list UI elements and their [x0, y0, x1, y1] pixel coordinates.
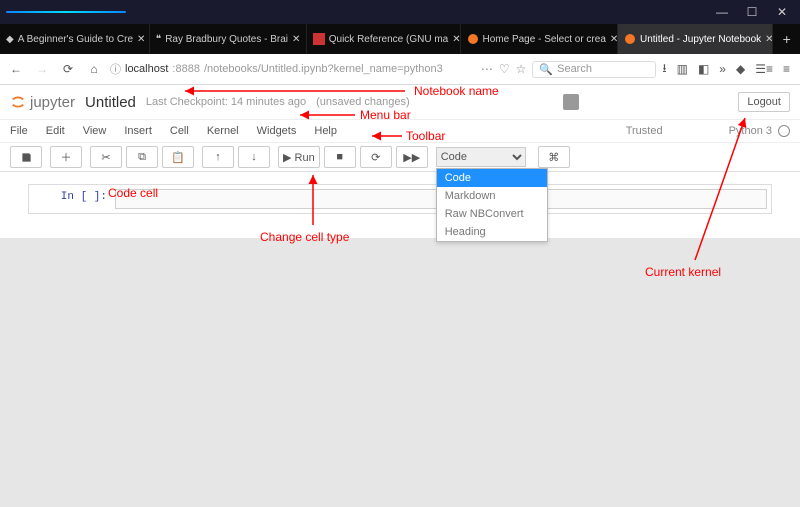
- minimize-button[interactable]: —: [710, 5, 734, 19]
- profile-icon[interactable]: ☰≡: [755, 62, 773, 76]
- cell-type-option-heading[interactable]: Heading: [437, 223, 547, 241]
- trusted-label: Trusted: [626, 125, 663, 137]
- browser-tab-4[interactable]: Untitled - Jupyter Notebook ✕: [618, 24, 773, 54]
- jupyter-logo-text: jupyter: [30, 94, 75, 111]
- cell-type-select-input[interactable]: Code: [436, 147, 526, 167]
- menu-icon[interactable]: ≡: [783, 62, 790, 76]
- jupyter-header: jupyter Untitled Last Checkpoint: 14 min…: [0, 85, 800, 120]
- jupyter-toolbar: ＋ ✂ ⧉ 📋 ↑ ↓ ▶ Run ■ ⟳ ▶▶ Code Code Markd…: [0, 143, 800, 172]
- tab-close-icon[interactable]: ✕: [610, 34, 618, 45]
- paste-button[interactable]: 📋: [162, 146, 194, 168]
- back-button[interactable]: ←: [6, 59, 26, 79]
- cell-type-dropdown: Code Markdown Raw NBConvert Heading: [436, 168, 548, 242]
- tab-close-icon[interactable]: ✕: [765, 34, 773, 45]
- browser-tab-0[interactable]: ◆ A Beginner's Guide to Cre ✕: [0, 24, 150, 54]
- favicon-jupyter-icon: [624, 33, 636, 45]
- reader-icon[interactable]: ⋯: [481, 62, 493, 76]
- tab-close-icon[interactable]: ✕: [137, 34, 145, 45]
- code-cell[interactable]: In [ ]:: [28, 184, 772, 214]
- menu-widgets[interactable]: Widgets: [257, 125, 297, 137]
- menu-kernel[interactable]: Kernel: [207, 125, 239, 137]
- library-icon[interactable]: ▥: [677, 62, 688, 76]
- interrupt-button[interactable]: ■: [324, 146, 356, 168]
- window-titlebar: — ☐ ✕: [0, 0, 800, 24]
- browser-tabstrip: ◆ A Beginner's Guide to Cre ✕ ❝ Ray Brad…: [0, 24, 800, 54]
- page-viewport: jupyter Untitled Last Checkpoint: 14 min…: [0, 85, 800, 507]
- kernel-logo-icon: [563, 94, 579, 110]
- forward-button[interactable]: →: [32, 59, 52, 79]
- tab-close-icon[interactable]: ✕: [452, 34, 460, 45]
- browser-navbar: ← → ⟳ ⌂ ⓘ localhost :8888/notebooks/Untit…: [0, 54, 800, 85]
- bookmark-star-icon[interactable]: ☆: [516, 62, 527, 76]
- menu-view[interactable]: View: [83, 125, 107, 137]
- move-down-button[interactable]: ↓: [238, 146, 270, 168]
- tab-label: Ray Bradbury Quotes - Brai: [165, 34, 288, 45]
- info-icon: ⓘ: [110, 61, 121, 77]
- maximize-button[interactable]: ☐: [740, 5, 764, 19]
- notebook-content: In [ ]:: [0, 172, 800, 238]
- run-button[interactable]: ▶ Run: [278, 146, 320, 168]
- url-host: localhost: [125, 63, 168, 75]
- home-button[interactable]: ⌂: [84, 59, 104, 79]
- extension-icon[interactable]: ◆: [736, 62, 745, 76]
- bookmark-empty-icon[interactable]: ♡: [499, 62, 510, 76]
- cell-type-option-markdown[interactable]: Markdown: [437, 187, 547, 205]
- unsaved-text: (unsaved changes): [316, 96, 410, 108]
- browser-tab-3[interactable]: Home Page - Select or crea ✕: [461, 24, 618, 54]
- tab-label: A Beginner's Guide to Cre: [18, 34, 133, 45]
- menu-help[interactable]: Help: [314, 125, 337, 137]
- url-bar[interactable]: ⓘ localhost :8888/notebooks/Untitled.ipyn…: [110, 61, 475, 77]
- tab-close-icon[interactable]: ✕: [292, 34, 300, 45]
- jupyter-logo-icon: [10, 94, 26, 110]
- copy-button[interactable]: ⧉: [126, 146, 158, 168]
- move-up-button[interactable]: ↑: [202, 146, 234, 168]
- command-palette-button[interactable]: ⌘: [538, 146, 570, 168]
- search-placeholder: Search: [557, 63, 592, 75]
- url-path: /notebooks/Untitled.ipynb?kernel_name=py…: [204, 63, 443, 75]
- jupyter-logo[interactable]: jupyter: [10, 94, 75, 111]
- close-window-button[interactable]: ✕: [770, 5, 794, 19]
- favicon-gnu-icon: [313, 33, 325, 45]
- search-icon: 🔍: [539, 63, 553, 76]
- kernel-idle-icon: [778, 125, 790, 137]
- new-tab-button[interactable]: +: [773, 24, 800, 54]
- cell-type-select[interactable]: Code Code Markdown Raw NBConvert Heading: [436, 147, 526, 167]
- restart-button[interactable]: ⟳: [360, 146, 392, 168]
- tab-label: Home Page - Select or crea: [483, 34, 606, 45]
- tab-label: Quick Reference (GNU ma: [329, 34, 448, 45]
- checkpoint-text: Last Checkpoint: 14 minutes ago: [146, 96, 306, 108]
- browser-tab-2[interactable]: Quick Reference (GNU ma ✕: [307, 24, 461, 54]
- favicon-diamond-icon: ◆: [6, 33, 14, 45]
- url-port: :8888: [172, 63, 200, 75]
- menu-edit[interactable]: Edit: [46, 125, 65, 137]
- firefox-accent: [6, 11, 126, 13]
- download-icon[interactable]: ⭳: [662, 59, 666, 80]
- favicon-jupyter-icon: [467, 33, 479, 45]
- menu-insert[interactable]: Insert: [124, 125, 152, 137]
- browser-tab-1[interactable]: ❝ Ray Bradbury Quotes - Brai ✕: [150, 24, 307, 54]
- reload-button[interactable]: ⟳: [58, 59, 78, 79]
- cut-button[interactable]: ✂: [90, 146, 122, 168]
- cell-prompt: In [ ]:: [29, 185, 115, 213]
- kernel-name[interactable]: Python 3: [729, 125, 772, 137]
- notebook-title[interactable]: Untitled: [85, 94, 136, 111]
- tab-label: Untitled - Jupyter Notebook: [640, 34, 761, 45]
- sidebar-icon[interactable]: ◧: [698, 62, 709, 76]
- menu-cell[interactable]: Cell: [170, 125, 189, 137]
- restart-run-button[interactable]: ▶▶: [396, 146, 428, 168]
- menu-file[interactable]: File: [10, 125, 28, 137]
- favicon-quote-icon: ❝: [156, 33, 161, 45]
- cell-type-option-code[interactable]: Code: [437, 169, 547, 187]
- save-button[interactable]: [10, 146, 42, 168]
- overflow-icon[interactable]: »: [719, 62, 726, 76]
- jupyter-menubar: File Edit View Insert Cell Kernel Widget…: [0, 120, 800, 143]
- cell-type-option-raw[interactable]: Raw NBConvert: [437, 205, 547, 223]
- logout-button[interactable]: Logout: [738, 92, 790, 112]
- browser-search-box[interactable]: 🔍 Search: [532, 61, 656, 78]
- add-cell-button[interactable]: ＋: [50, 146, 82, 168]
